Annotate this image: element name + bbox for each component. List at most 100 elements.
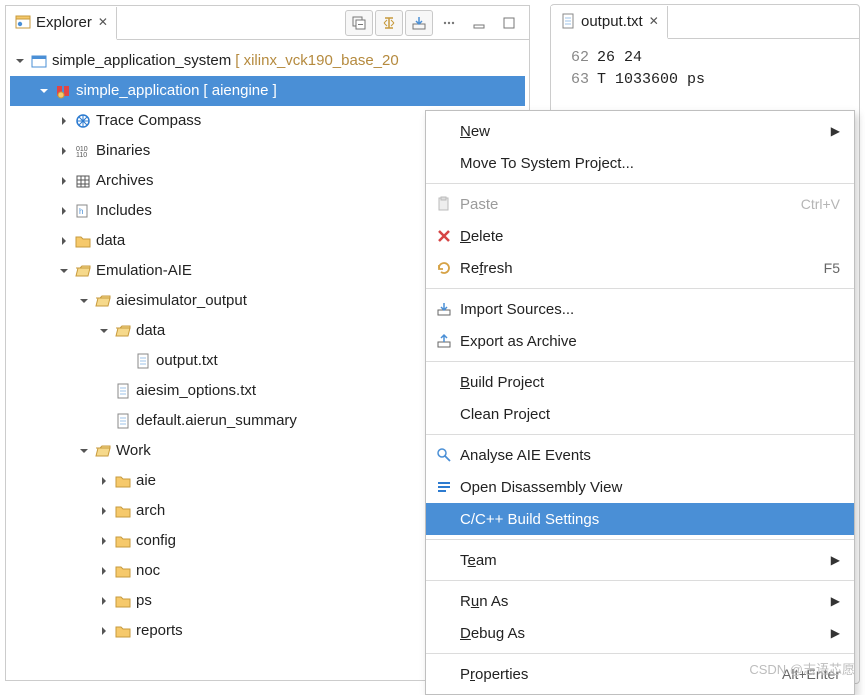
menu-build-project[interactable]: Build Project — [426, 366, 854, 398]
explorer-tab[interactable]: Explorer ✕ — [6, 7, 117, 40]
navigator-icon — [14, 13, 32, 31]
menu-debug-as[interactable]: Debug As▶ — [426, 617, 854, 649]
expand-icon[interactable] — [78, 295, 90, 307]
expand-icon[interactable] — [58, 265, 70, 277]
tree-item-label: Emulation-AIE — [96, 256, 192, 286]
expand-icon[interactable] — [38, 85, 50, 97]
tree-item-label: Binaries — [96, 136, 150, 166]
view-menu-button[interactable] — [435, 10, 463, 36]
expand-icon[interactable] — [78, 445, 90, 457]
explorer-tab-label: Explorer — [36, 14, 92, 31]
menu-separator — [426, 653, 854, 654]
tree-item-label: reports — [136, 616, 183, 646]
menu-separator — [426, 580, 854, 581]
paste-icon — [434, 196, 454, 212]
folder-icon — [114, 592, 132, 610]
menu-cpp-build-settings[interactable]: C/C++ Build Settings — [426, 503, 854, 535]
file-icon — [114, 412, 132, 430]
disassembly-icon — [434, 479, 454, 495]
menu-import-sources[interactable]: Import Sources... — [426, 293, 854, 325]
editor-tab[interactable]: output.txt ✕ — [551, 6, 668, 39]
collapse-icon[interactable] — [98, 475, 110, 487]
collapse-icon[interactable] — [58, 145, 70, 157]
menu-new[interactable]: New▶ — [426, 115, 854, 147]
menu-move-to-system[interactable]: Move To System Project... — [426, 147, 854, 179]
svg-text:110: 110 — [76, 152, 87, 159]
export-icon — [434, 333, 454, 349]
menu-open-disassembly[interactable]: Open Disassembly View — [426, 471, 854, 503]
maximize-button[interactable] — [495, 10, 523, 36]
menu-run-as[interactable]: Run As▶ — [426, 585, 854, 617]
collapse-icon[interactable] — [98, 505, 110, 517]
explorer-tabbar: Explorer ✕ — [6, 6, 529, 40]
menu-separator — [426, 183, 854, 184]
expand-icon[interactable] — [14, 55, 26, 67]
file-icon — [114, 382, 132, 400]
tree-item-label: ps — [136, 586, 152, 616]
editor-content[interactable]: 6226 24 63T 1033600 ps T 1360 ns — [551, 39, 859, 99]
close-icon[interactable]: ✕ — [649, 14, 659, 28]
minimize-button[interactable] — [465, 10, 493, 36]
import-button[interactable] — [405, 10, 433, 36]
collapse-icon[interactable] — [98, 535, 110, 547]
link-editor-button[interactable] — [375, 10, 403, 36]
collapse-icon[interactable] — [58, 175, 70, 187]
menu-refresh[interactable]: RefreshF5 — [426, 252, 854, 284]
tree-item-bracket: [ xilinx_vck190_base_20 — [235, 46, 398, 76]
tree-item-label: config — [136, 526, 176, 556]
tree-item-label: output.txt — [156, 346, 218, 376]
folder-open-icon — [94, 442, 112, 460]
folder-icon — [114, 532, 132, 550]
tree-item-label: simple_application_system — [52, 46, 231, 76]
editor-line: 6226 24 — [561, 47, 849, 69]
line-text: 26 24 — [597, 49, 642, 66]
folder-open-icon — [74, 262, 92, 280]
folder-icon — [114, 472, 132, 490]
tree-item-label: aiesimulator_output — [116, 286, 247, 316]
svg-text:h: h — [79, 207, 83, 216]
tree-selected-app[interactable]: simple_application [ aiengine ] — [10, 76, 525, 106]
folder-icon — [74, 232, 92, 250]
menu-export-archive[interactable]: Export as Archive — [426, 325, 854, 357]
expand-icon[interactable] — [98, 325, 110, 337]
compass-icon — [74, 112, 92, 130]
tree-item-label: data — [136, 316, 165, 346]
project-icon — [30, 52, 48, 70]
folder-icon — [114, 562, 132, 580]
collapse-all-button[interactable] — [345, 10, 373, 36]
file-icon — [134, 352, 152, 370]
collapse-icon[interactable] — [58, 115, 70, 127]
editor-tabbar: output.txt ✕ — [551, 5, 859, 39]
binaries-icon: 010110 — [74, 142, 92, 160]
archives-icon — [74, 172, 92, 190]
tree-item-label: data — [96, 226, 125, 256]
collapse-icon[interactable] — [58, 205, 70, 217]
folder-icon — [114, 622, 132, 640]
close-icon[interactable]: ✕ — [98, 15, 108, 29]
menu-team[interactable]: Team▶ — [426, 544, 854, 576]
folder-icon — [114, 502, 132, 520]
includes-icon: h — [74, 202, 92, 220]
collapse-icon[interactable] — [98, 565, 110, 577]
aie-app-icon — [54, 82, 72, 100]
import-icon — [434, 301, 454, 317]
tree-root-system[interactable]: simple_application_system [ xilinx_vck19… — [10, 46, 525, 76]
editor-line: 63 T 1033600 ps — [561, 69, 849, 91]
menu-separator — [426, 361, 854, 362]
explorer-toolbar — [339, 10, 529, 36]
menu-delete[interactable]: Delete — [426, 220, 854, 252]
menu-analyse-aie[interactable]: Analyse AIE Events — [426, 439, 854, 471]
tree-item-label: aiesim_options.txt — [136, 376, 256, 406]
collapse-icon[interactable] — [98, 625, 110, 637]
tree-item-bracket: [ aiengine ] — [203, 76, 276, 106]
tree-item-label: Work — [116, 436, 151, 466]
search-icon — [434, 447, 454, 463]
tree-item-label: Trace Compass — [96, 106, 201, 136]
collapse-icon[interactable] — [58, 235, 70, 247]
line-number: 63 — [561, 69, 589, 91]
menu-clean-project[interactable]: Clean Project — [426, 398, 854, 430]
tree-item-label: arch — [136, 496, 165, 526]
line-text: T 1033600 ps — [597, 71, 705, 88]
menu-separator — [426, 539, 854, 540]
collapse-icon[interactable] — [98, 595, 110, 607]
